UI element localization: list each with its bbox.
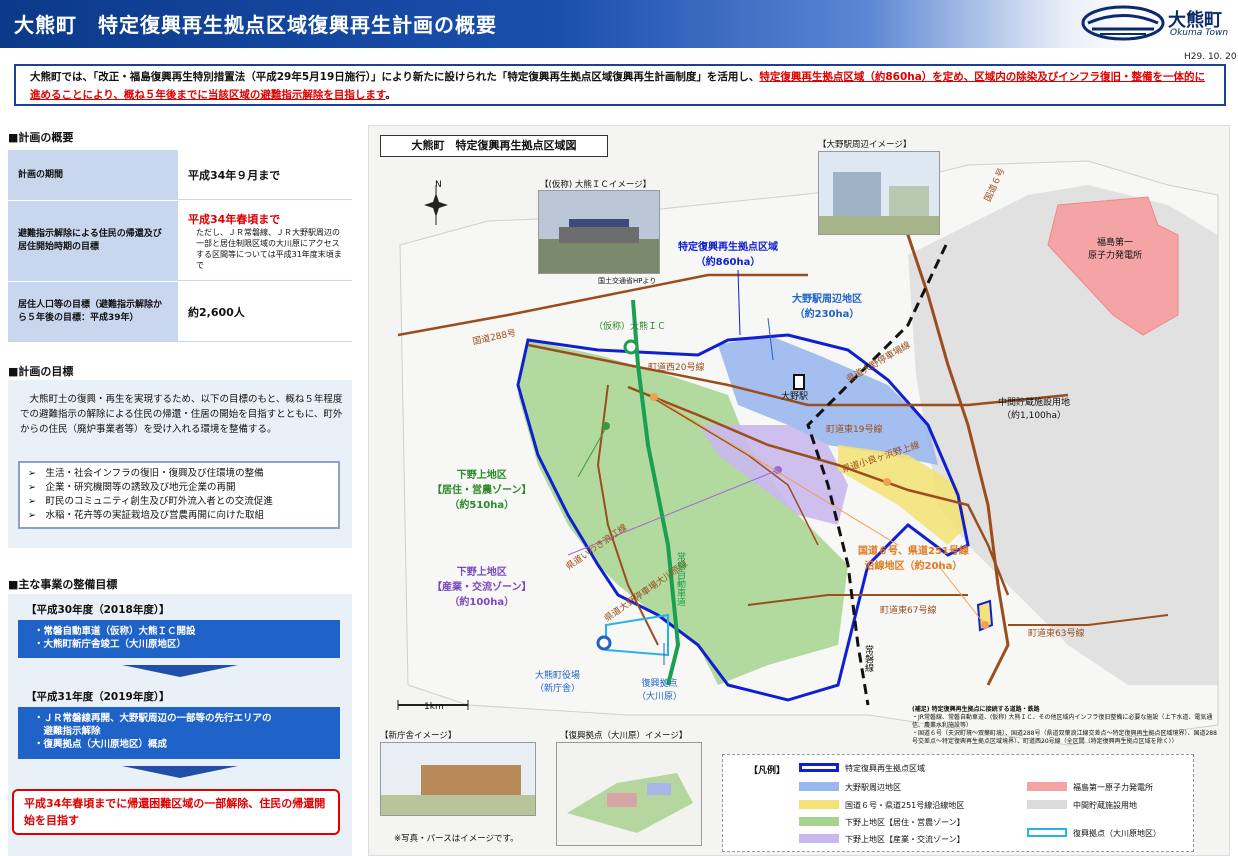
ono-label: 大野駅周辺地区 （約230ha） — [792, 294, 862, 320]
page-title: 大熊町 特定復興再生拠点区域復興再生計画の概要 — [14, 13, 497, 37]
row-label: 計画の期間 — [8, 150, 178, 200]
road-label: 町道東67号線 — [880, 606, 937, 616]
legend-title: 【凡例】 — [749, 766, 786, 776]
table-row: 居住人口等の目標（避難指示解除から５年後の目標：平成39年） 約2,600人 — [8, 282, 352, 342]
supplementary-note: (補足) 特定復興再生拠点に接続する道路・鉄路 ・JR常磐線、常磐自動車道、(仮… — [912, 706, 1217, 745]
legend-item: 福島第一原子力発電所 — [1073, 783, 1153, 792]
ic-photo-credit: 国土交通省HPより — [598, 277, 657, 285]
map-legend: 【凡例】 特定復興再生拠点区域 大野駅周辺地区 国道６号・県道251号線沿線地区… — [722, 754, 1194, 852]
target-date-note: ただし、ＪＲ常磐線、ＪＲ大野駅周辺の一部と居住制限区域の大川原にアクセスする区間… — [196, 227, 342, 270]
base-plan-image — [556, 742, 702, 846]
legend-swatch — [799, 763, 839, 772]
list-item: ➢ 水稲・花卉等の実証栽培及び営農再開に向けた取組 — [28, 510, 264, 521]
ic-photo-caption: 【(仮称) 大熊ＩＣイメージ】 — [540, 180, 652, 190]
legend-swatch — [799, 834, 839, 843]
road-label: 町道東19号線 — [826, 425, 883, 435]
project-line: ・大熊町新庁舎竣工（大川原地区） — [34, 639, 187, 650]
year-2019-label: 【平成31年度（2019年度）】 — [26, 691, 170, 703]
projects-heading: ■主な事業の整備目標 — [8, 578, 118, 591]
legend-swatch — [799, 782, 839, 791]
year-2019-box: ・ＪＲ常磐線再開、大野駅周辺の一部等の先行エリアの 避難指示解除 ・復興拠点（大… — [18, 707, 340, 759]
route6-label: 国道６号、県道251号線 沿線地区（約20ha） — [858, 546, 969, 572]
project-line: ・常磐自動車道（仮称）大熊ＩＣ開設 — [34, 626, 196, 637]
office-photo — [380, 742, 536, 816]
plan-goal-text: 大熊町土の復興・再生を実現するため、以下の目標のもと、概ね５年程度での避難指示の… — [20, 394, 343, 435]
station-label: 大野駅 — [781, 392, 809, 402]
ic-label: （仮称）大熊ＩＣ — [594, 322, 667, 332]
road-label: 町道西20号線 — [648, 363, 705, 373]
ic-photo — [538, 190, 660, 274]
base-label: 復興拠点 （大川原） — [637, 679, 683, 702]
photo-note: ※写真・パースはイメージです。 — [394, 834, 519, 844]
final-goal-box: 平成34年春頃までに帰還困難区域の一部解除、住民の帰還開始を目指す — [12, 789, 340, 835]
compass-icon — [424, 185, 448, 225]
logo-subtext: Okuma Town — [1170, 28, 1229, 38]
intro-box: 大熊町では、「改正・福島復興再生特別措置法（平成29年5月19日施行）」により新… — [14, 64, 1226, 106]
legend-item: 大野駅周辺地区 — [845, 783, 901, 792]
legend-swatch — [799, 817, 839, 826]
project-line: ・ＪＲ常磐線再開、大野駅周辺の一部等の先行エリアの — [34, 713, 272, 724]
legend-swatch — [1027, 828, 1067, 837]
legend-item: 復興拠点（大川原地区） — [1073, 829, 1161, 838]
office-photo-caption: 【新庁舎イメージ】 — [380, 731, 457, 741]
table-row: 計画の期間 平成34年９月まで — [8, 150, 352, 200]
row-value: 平成34年９月まで — [178, 150, 352, 200]
plant-label: 福島第一 原子力発電所 — [1088, 238, 1143, 261]
north-label: N — [435, 180, 442, 190]
row-value: 平成34年春頃まで ただし、ＪＲ常磐線、ＪＲ大野駅周辺の一部と居住制限区域の大川… — [178, 201, 352, 281]
list-item: ➢ 町民のコミュニティ創生及び町外流入者との交流促進 — [28, 496, 273, 507]
legend-item: 下野上地区【産業・交流ゾーン】 — [845, 835, 965, 844]
row-label: 避難指示解除による住民の帰還及び居住開始時期の目標 — [8, 201, 178, 281]
road-label: 町道東63号線 — [1028, 629, 1085, 639]
intro-end: 。 — [385, 89, 396, 101]
industry-label: 下野上地区 【産業・交流ゾーン】 （約100ha） — [432, 567, 532, 608]
plan-goal-list: ➢ 生活・社会インフラの復旧・復興及び住環境の整備 ➢ 企業・研究機関等の誘致及… — [18, 461, 340, 529]
legend-swatch — [1027, 800, 1067, 809]
zone-main-label: 特定復興再生拠点区域 （約860ha） — [678, 242, 778, 268]
town-office-marker-icon — [596, 635, 612, 651]
jr-label: 常磐線 — [863, 645, 873, 672]
town-logo-icon — [1081, 5, 1165, 41]
storage-label: 中間貯蔵施設用地 （約1,100ha） — [998, 398, 1071, 421]
scale-label: 1km — [424, 702, 444, 712]
office-label: 大熊町役場 （新庁舎） — [535, 671, 581, 694]
legend-item: 国道６号・県道251号線沿線地区 — [845, 801, 965, 810]
station-marker-icon — [793, 374, 805, 390]
list-item: ➢ 企業・研究機関等の誘致及び地元企業の再開 — [28, 482, 236, 493]
target-date-red: 平成34年春頃まで — [188, 212, 281, 226]
year-2018-box: ・常磐自動車道（仮称）大熊ＩＣ開設 ・大熊町新庁舎竣工（大川原地区） — [18, 620, 340, 658]
publish-date: H29. 10. 20 — [1184, 52, 1237, 62]
station-photo — [818, 151, 940, 235]
legend-item: 下野上地区【居住・営農ゾーン】 — [845, 818, 965, 827]
legend-swatch — [799, 800, 839, 809]
project-line: ・復興拠点（大川原地区）概成 — [34, 739, 168, 750]
expressway-label: 常磐自動車道 — [675, 552, 685, 606]
year-2018-label: 【平成30年度（2018年度）】 — [26, 604, 170, 616]
residential-label: 下野上地区 【居住・営農ゾーン】 （約510ha） — [432, 470, 532, 511]
legend-swatch — [1027, 782, 1067, 791]
legend-item: 特定復興再生拠点区域 — [845, 764, 925, 773]
row-label: 居住人口等の目標（避難指示解除から５年後の目標：平成39年） — [8, 282, 178, 342]
ic-marker-icon — [623, 339, 639, 355]
plan-overview-heading: ■計画の概要 — [8, 131, 74, 144]
project-line: 避難指示解除 — [34, 726, 101, 737]
intro-text: 大熊町では、「改正・福島復興再生特別措置法（平成29年5月19日施行）」により新… — [30, 71, 760, 83]
map-title: 大熊町 特定復興再生拠点区域図 — [380, 135, 608, 157]
station-photo-caption: 【大野駅周辺イメージ】 — [818, 140, 912, 150]
base-photo-caption: 【復興拠点（大川原）イメージ】 — [560, 731, 688, 741]
row-value: 約2,600人 — [178, 282, 352, 342]
down-arrow-icon — [122, 665, 238, 677]
down-arrow-icon — [122, 766, 238, 778]
legend-item: 中間貯蔵施設用地 — [1073, 801, 1137, 810]
table-row: 避難指示解除による住民の帰還及び居住開始時期の目標 平成34年春頃まで ただし、… — [8, 201, 352, 281]
list-item: ➢ 生活・社会インフラの復旧・復興及び住環境の整備 — [28, 468, 264, 479]
plan-goal-heading: ■計画の目標 — [8, 365, 74, 378]
